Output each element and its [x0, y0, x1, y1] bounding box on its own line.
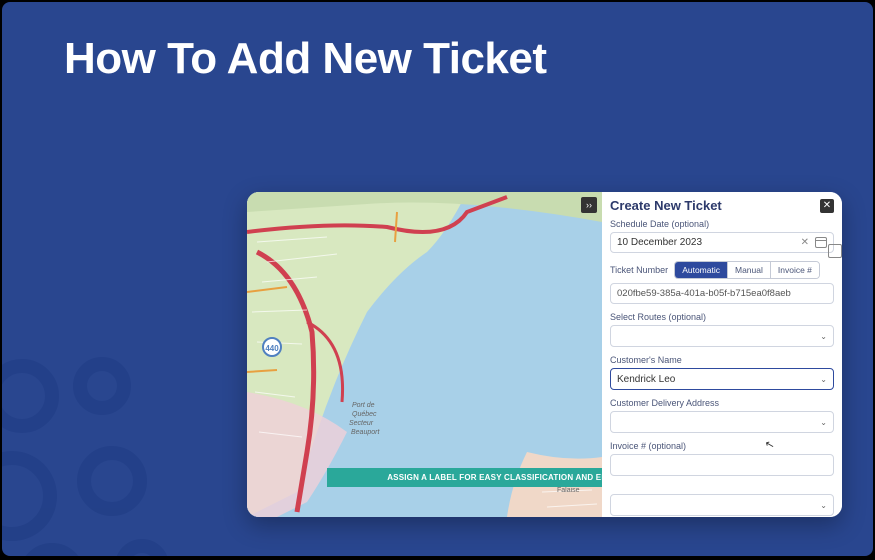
customer-name-value: Kendrick Leo [617, 374, 675, 385]
ticket-number-mode: Automatic Manual Invoice # [674, 261, 820, 279]
svg-text:Québec: Québec [352, 411, 377, 418]
ticket-number-field: Ticket Number Automatic Manual Invoice #… [610, 261, 834, 304]
chevron-down-icon: ⌄ [820, 501, 827, 510]
form-header: Create New Ticket ✕ [602, 192, 842, 217]
clear-date-button[interactable]: ✕ [801, 237, 809, 248]
chevron-down-icon: ⌄ [820, 375, 827, 384]
svg-text:Beauport: Beauport [351, 429, 380, 436]
extra-field: ⌄ [610, 494, 834, 516]
help-tooltip: ASSIGN A LABEL FOR EASY CLASSIFICATION A… [327, 468, 602, 487]
ticket-number-label: Ticket Number [610, 265, 668, 275]
create-ticket-panel: Create New Ticket ✕ Schedule Date (optio… [602, 192, 842, 517]
ticket-number-input[interactable]: 020fbe59-385a-401a-b05f-b715ea0f8aeb [610, 283, 834, 304]
chevron-down-icon: ⌄ [820, 418, 827, 427]
routes-field: Select Routes (optional) ⌄ [610, 312, 834, 347]
customer-name-select[interactable]: Kendrick Leo ⌄ [610, 368, 834, 390]
invoice-label: Invoice # (optional) [610, 441, 834, 451]
chevron-down-icon: ⌄ [820, 332, 827, 341]
svg-text:Secteur: Secteur [349, 420, 374, 427]
customer-address-select[interactable]: ⌄ [610, 411, 834, 433]
customer-address-field: Customer Delivery Address ⌄ [610, 398, 834, 433]
decorative-circles [2, 316, 222, 556]
calendar-icon[interactable] [815, 237, 827, 248]
slide-frame: How To Add New Ticket [2, 2, 873, 556]
routes-select[interactable]: ⌄ [610, 325, 834, 347]
map-expand-button[interactable]: ›› [581, 197, 597, 213]
svg-text:Falaise: Falaise [557, 487, 580, 494]
extra-select[interactable]: ⌄ [610, 494, 834, 516]
schedule-date-value: 10 December 2023 [617, 237, 801, 248]
schedule-date-label: Schedule Date (optional) [610, 219, 834, 229]
customer-name-label: Customer's Name [610, 355, 834, 365]
close-icon: ✕ [823, 200, 831, 211]
invoice-input[interactable] [610, 454, 834, 476]
form-title: Create New Ticket [610, 198, 722, 213]
mode-invoice[interactable]: Invoice # [771, 262, 819, 278]
close-button[interactable]: ✕ [820, 199, 834, 213]
form-body: Schedule Date (optional) 10 December 202… [602, 217, 842, 517]
mode-manual[interactable]: Manual [728, 262, 771, 278]
map-pane[interactable]: 440 Port de Québec Secteur Beauport Fala… [247, 192, 602, 517]
invoice-field: Invoice # (optional) [610, 441, 834, 476]
customer-name-field: Customer's Name Kendrick Leo ⌄ [610, 355, 834, 390]
customer-address-label: Customer Delivery Address [610, 398, 834, 408]
page-title: How To Add New Ticket [2, 2, 873, 84]
mode-automatic[interactable]: Automatic [675, 262, 728, 278]
calendar-sidebar-icon [828, 244, 842, 258]
svg-text:Port de: Port de [352, 402, 375, 409]
chevron-right-icon: ›› [586, 200, 592, 210]
app-window: 440 Port de Québec Secteur Beauport Fala… [247, 192, 842, 517]
schedule-date-field: Schedule Date (optional) 10 December 202… [610, 219, 834, 253]
routes-label: Select Routes (optional) [610, 312, 834, 322]
schedule-date-input[interactable]: 10 December 2023 ✕ [610, 232, 834, 253]
svg-text:440: 440 [265, 344, 279, 353]
